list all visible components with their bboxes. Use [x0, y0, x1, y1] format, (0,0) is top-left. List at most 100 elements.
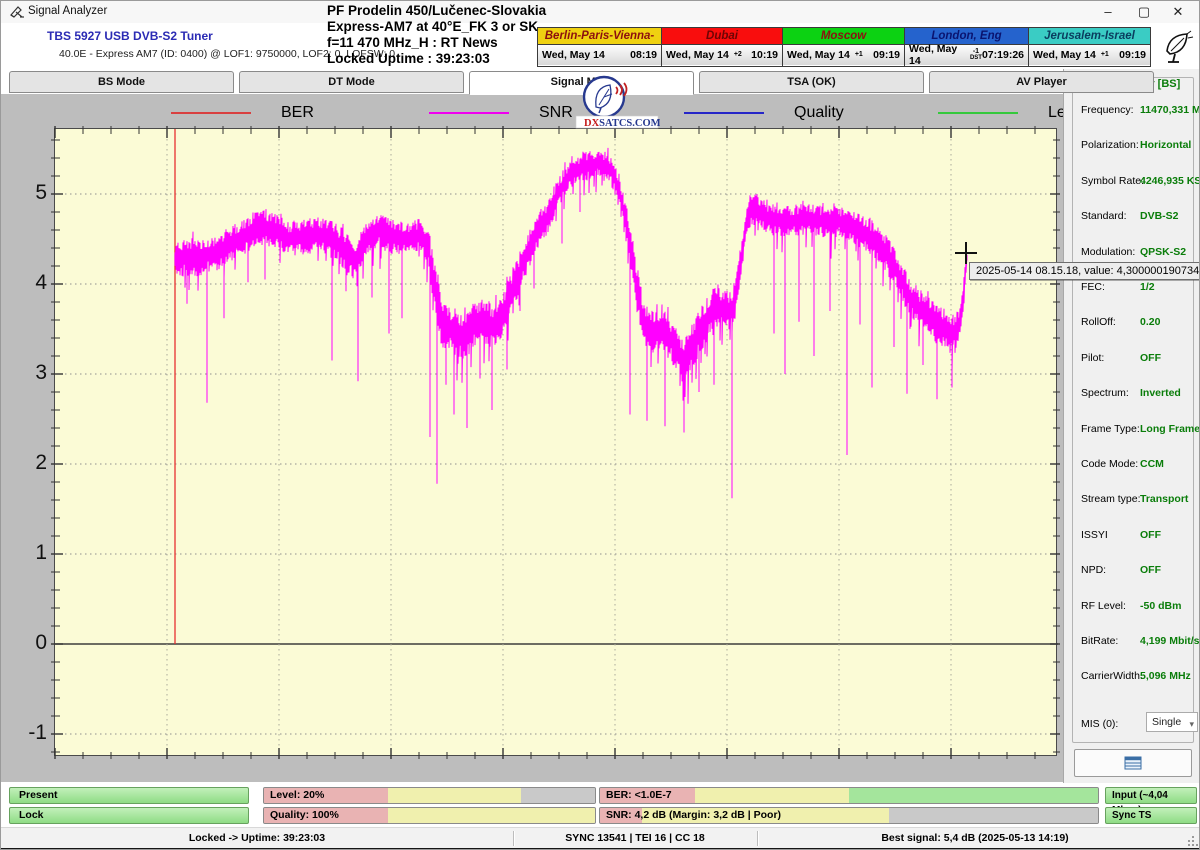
- statusbar-section-1: SYNC 13541 | TEI 16 | CC 18: [513, 828, 757, 848]
- tp-label-14: RF Level:: [1081, 600, 1126, 612]
- bar-label: BER: <1.0E-7: [606, 789, 672, 801]
- y-axis-label-3: 3: [9, 361, 47, 385]
- clock-time: 08:19: [630, 49, 657, 61]
- signal-analyzer-window: Signal Analyzer – ▢ ✕ TBS 5927 USB DVB-S…: [0, 0, 1200, 850]
- statusbar-section-2: Best signal: 5,4 dB (2025-05-13 14:19): [757, 828, 1193, 848]
- table-icon: [1124, 756, 1142, 770]
- tp-label-11: Stream type:: [1081, 493, 1141, 505]
- y-axis-label-2: 2: [9, 451, 47, 475]
- minimize-button[interactable]: –: [1091, 1, 1125, 25]
- tp-value-16: 5,096 MHz: [1140, 670, 1191, 682]
- svg-text:DXSATCS.COM: DXSATCS.COM: [584, 118, 660, 129]
- status-badge-lock: Lock: [9, 807, 249, 824]
- tp-label-5: FEC:: [1081, 281, 1105, 293]
- bar-segment-yellow: [388, 788, 520, 803]
- clock-utc-offset: +2: [734, 52, 742, 58]
- tp-label-1: Polarization:: [1081, 139, 1139, 151]
- clock-datetime-3: Wed, May 14-1DST07:19:26: [905, 45, 1028, 65]
- tp-value-0: 11470,331 MHz: [1140, 104, 1200, 116]
- clock-time: 09:19: [873, 49, 900, 61]
- tuner-title: TBS 5927 USB DVB-S2 Tuner: [47, 29, 213, 43]
- bar-segment-green: [849, 788, 1098, 803]
- clock-date-text: Wed, May 14: [1033, 49, 1096, 61]
- titlebar: Signal Analyzer – ▢ ✕: [1, 1, 1199, 23]
- chevron-down-icon: ▾: [1189, 715, 1194, 733]
- statusbar-section-0: Locked -> Uptime: 39:23:03: [1, 828, 513, 848]
- tp-value-1: Horizontal: [1140, 139, 1191, 151]
- status-bar-1-0: Quality: 100%: [263, 807, 596, 824]
- tp-value-15: 4,199 Mbit/s: [1140, 635, 1200, 647]
- snr-trace: [175, 148, 967, 404]
- clock-time: 09:19: [1119, 49, 1146, 61]
- clock-title-0: Berlin-Paris-Vienna-Roma: [538, 28, 661, 45]
- tp-value-5: 1/2: [1140, 281, 1155, 293]
- tp-label-0: Frequency:: [1081, 104, 1134, 116]
- clock-utc-offset: -1DST: [970, 49, 982, 61]
- legend-swatch-level: [938, 112, 1018, 114]
- signal-plot[interactable]: [54, 128, 1057, 756]
- status-bar-0-0: Level: 20%: [263, 787, 596, 804]
- maximize-button[interactable]: ▢: [1127, 1, 1161, 25]
- tp-value-9: Long Frame: [1140, 423, 1200, 435]
- legend-label-snr: SNR: [539, 104, 573, 122]
- tab-bs-mode[interactable]: BS Mode: [9, 71, 234, 93]
- tp-value-14: -50 dBm: [1140, 600, 1181, 612]
- clock-title-4: Jerusalem-Israel: [1029, 28, 1150, 45]
- app-satellite-icon: [9, 4, 25, 20]
- tab-dt-mode[interactable]: DT Mode: [239, 71, 464, 93]
- status-bar-0-1: BER: <1.0E-7: [599, 787, 1099, 804]
- bar-segment-yellow: [695, 788, 849, 803]
- legend-item-ber: BER: [171, 103, 314, 123]
- tp-value-2: 4246,935 KS/s: [1140, 175, 1200, 187]
- statusbar: Locked -> Uptime: 39:23:03SYNC 13541 | T…: [1, 827, 1199, 848]
- observation-info: PF Prodelin 450/Lučenec-Slovakia Express…: [327, 3, 546, 67]
- tp-label-8: Spectrum:: [1081, 387, 1129, 399]
- legend-label-ber: BER: [281, 104, 314, 122]
- mis-select[interactable]: Single▾: [1146, 712, 1198, 732]
- bar-segment-gray: [521, 788, 595, 803]
- clock-date-text: Wed, May 14: [787, 49, 850, 61]
- clock-1: DubaiWed, May 14+210:19: [662, 27, 783, 67]
- window-title: Signal Analyzer: [28, 5, 107, 17]
- tp-value-10: CCM: [1140, 458, 1164, 470]
- mis-label: MIS (0):: [1081, 718, 1118, 730]
- transponder-panel: Transponder [BS] Frequency:11470,331 MHz…: [1063, 69, 1200, 783]
- bar-label: Quality: 100%: [270, 809, 339, 821]
- chart-area: BERSNRQualityLevel543210-1: [1, 94, 1063, 782]
- clock-utc-offset: +1: [1101, 52, 1109, 58]
- clock-time: 10:19: [751, 49, 778, 61]
- y-axis-label-0: 0: [9, 631, 47, 655]
- clock-datetime-2: Wed, May 14+109:19: [783, 45, 904, 65]
- clock-date-text: Wed, May 14: [542, 49, 605, 61]
- bar-label: SNR: 4,2 dB (Margin: 3,2 dB | Poor): [606, 809, 781, 821]
- tab-tsa-ok-[interactable]: TSA (OK): [699, 71, 924, 93]
- bar-label: Level: 20%: [270, 789, 324, 801]
- status-bar-1-1: SNR: 4,2 dB (Margin: 3,2 dB | Poor): [599, 807, 1099, 824]
- status-badge-sync-ts: Sync TS: [1105, 807, 1197, 824]
- ts-list-button[interactable]: [1074, 749, 1192, 777]
- tp-value-13: OFF: [1140, 564, 1161, 576]
- tp-value-11: Transport: [1140, 493, 1188, 505]
- close-button[interactable]: ✕: [1161, 1, 1195, 25]
- clock-title-2: Moscow: [783, 28, 904, 45]
- tp-value-6: 0.20: [1140, 316, 1160, 328]
- legend-swatch-snr: [429, 112, 509, 114]
- tp-label-2: Symbol Rate:: [1081, 175, 1144, 187]
- tp-label-6: RollOff:: [1081, 316, 1116, 328]
- tp-label-9: Frame Type:: [1081, 423, 1140, 435]
- y-axis-label-5: 5: [9, 181, 47, 205]
- clock-4: Jerusalem-Israel Wed, May 14 +1 09:19: [1029, 27, 1151, 67]
- clock-date-text: Wed, May 14: [909, 43, 965, 67]
- tp-value-12: OFF: [1140, 529, 1161, 541]
- tp-value-4: QPSK-S2: [1140, 246, 1186, 258]
- transponder-groupbox: Transponder [BS] Frequency:11470,331 MHz…: [1072, 77, 1194, 743]
- tp-label-13: NPD:: [1081, 564, 1106, 576]
- clock-date-text: Wed, May 14: [666, 49, 729, 61]
- tab-av-player[interactable]: AV Player: [929, 71, 1154, 93]
- status-badge-input-4-04-mbps-: Input (~4,04 Mbps): [1105, 787, 1197, 804]
- legend-label-quality: Quality: [794, 104, 844, 122]
- tp-label-4: Modulation:: [1081, 246, 1135, 258]
- legend-swatch-quality: [684, 112, 764, 114]
- bar-segment-gray: [889, 808, 1098, 823]
- crosshair-cursor-h: [955, 252, 977, 254]
